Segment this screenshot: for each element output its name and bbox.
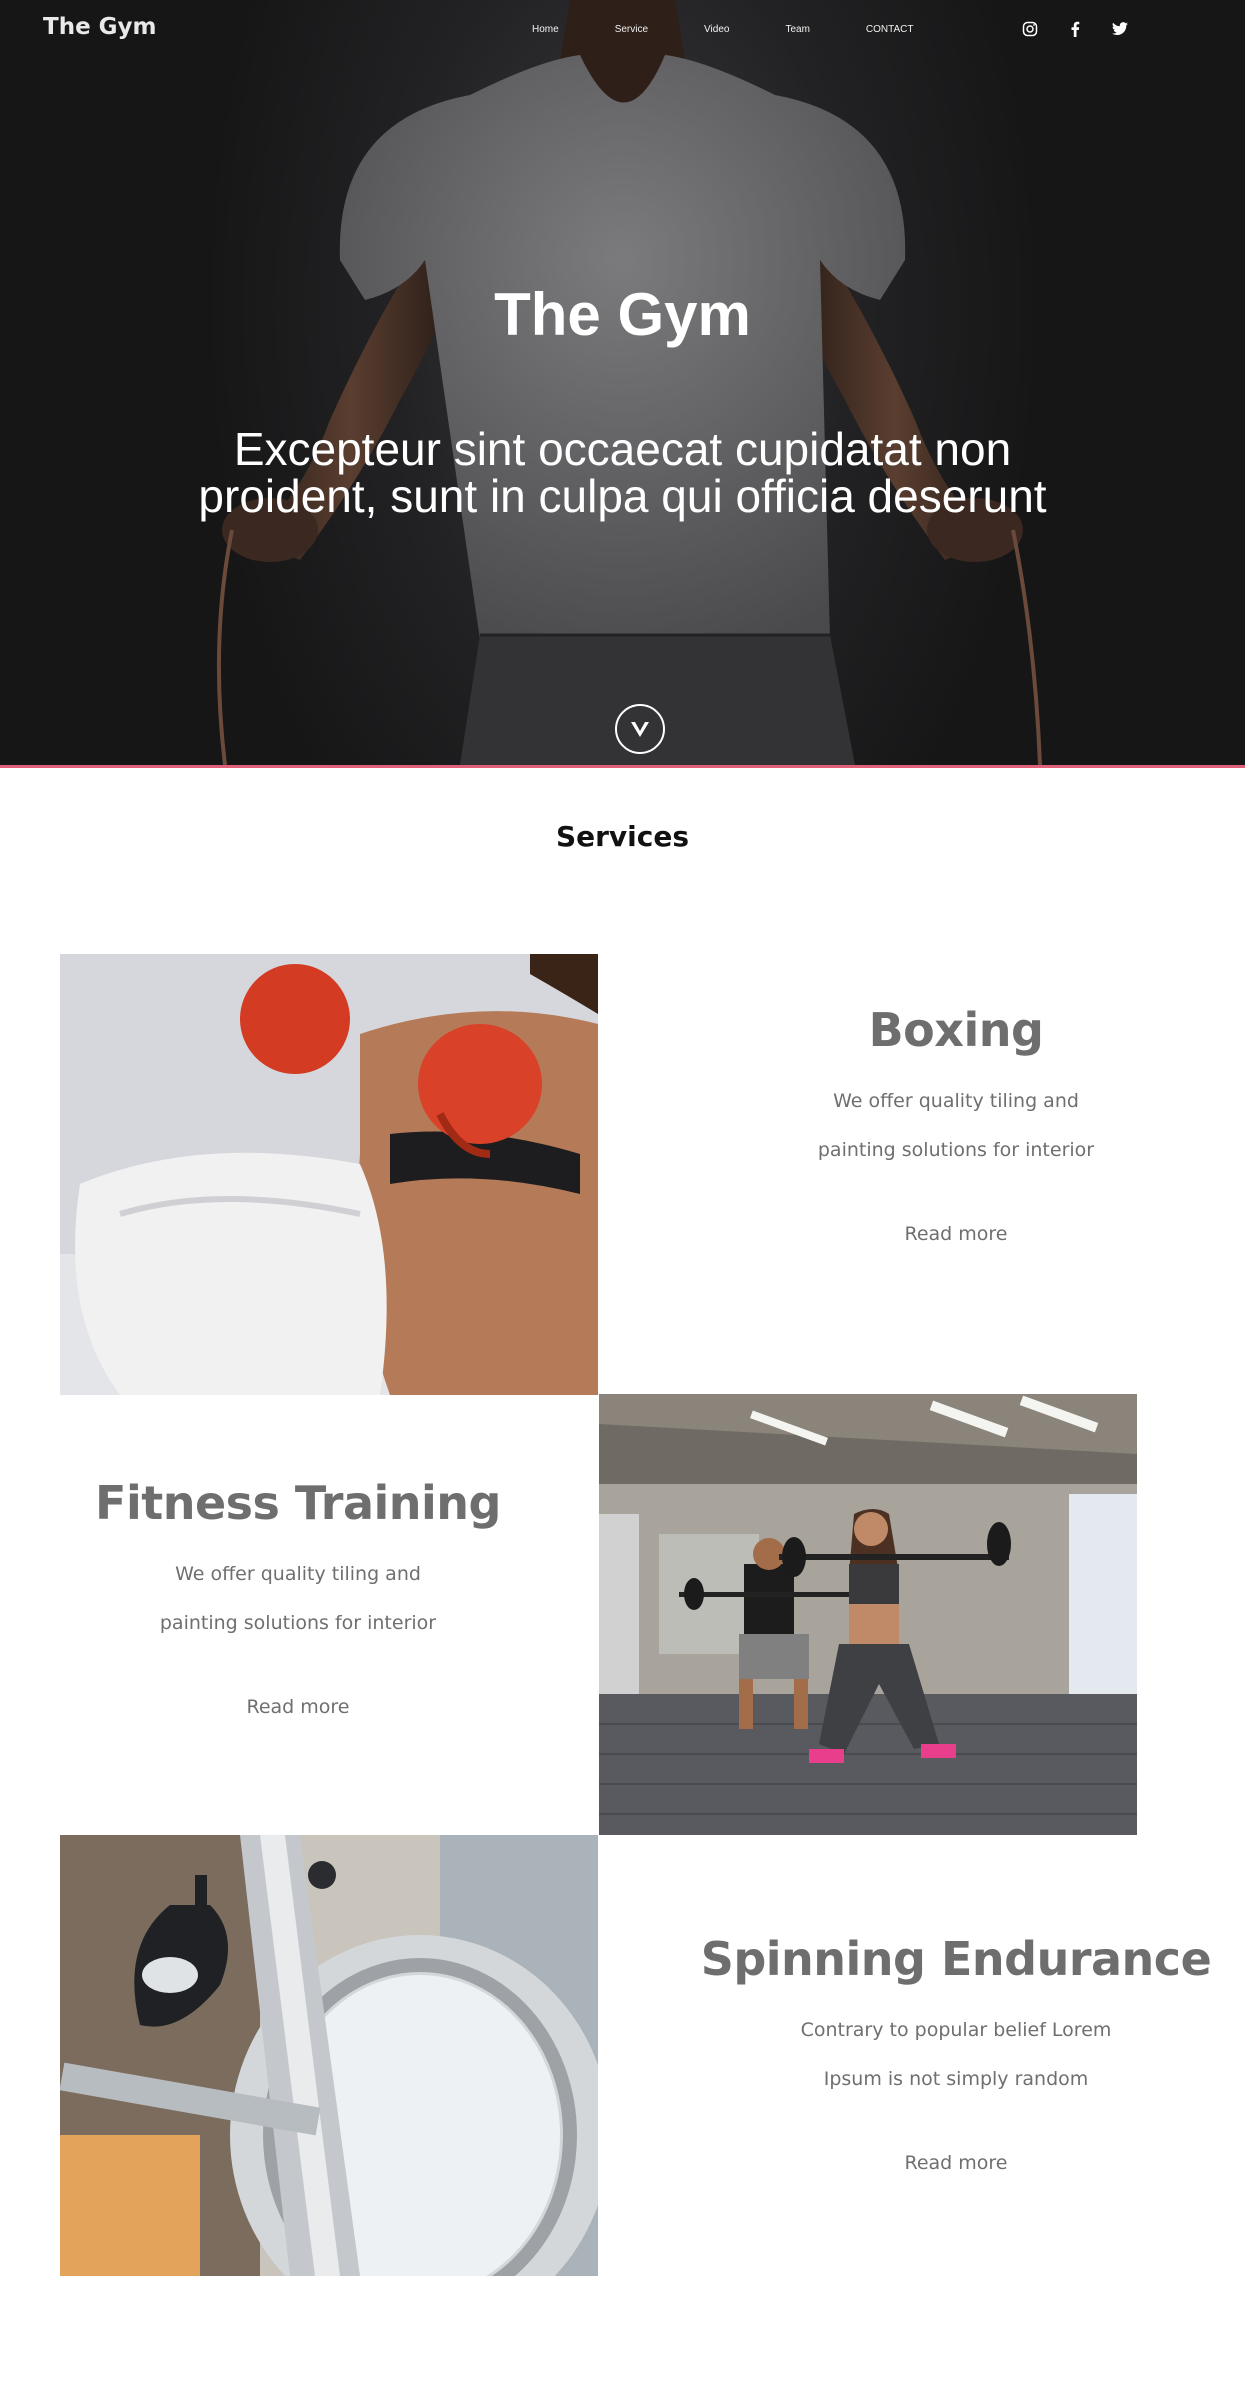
hero-subtitle: Excepteur sint occaecat cupidatat non pr… <box>198 423 1047 522</box>
read-more-link[interactable]: Read more <box>905 2152 1008 2174</box>
read-more-link[interactable]: Read more <box>905 1223 1008 1245</box>
service-title: Boxing <box>868 1003 1044 1057</box>
hero-athlete-image <box>216 0 1042 765</box>
service-description: We offer quality tiling and painting sol… <box>159 1563 437 1634</box>
hero-divider <box>0 765 1245 768</box>
service-boxing: Boxing We offer quality tiling and paint… <box>696 1003 1216 1245</box>
service-title: Spinning Endurance <box>700 1932 1212 1986</box>
services-heading: Services <box>555 820 690 853</box>
spinning-endurance-photo <box>60 1835 598 2276</box>
read-more-link[interactable]: Read more <box>247 1696 350 1718</box>
nav-links: Home Service Video Team CONTACT <box>532 24 970 35</box>
fitness-training-photo <box>599 1394 1137 1835</box>
boxing-photo <box>60 954 598 1395</box>
service-fitness-training: Fitness Training We offer quality tiling… <box>38 1476 558 1718</box>
hero-section: The Gym Home Service Video Team CONTACT … <box>0 0 1245 765</box>
nav-link-team[interactable]: Team <box>785 24 809 35</box>
nav-link-video[interactable]: Video <box>704 24 729 35</box>
nav-link-home[interactable]: Home <box>532 24 559 35</box>
facebook-icon[interactable] <box>1065 19 1085 39</box>
nav-link-contact[interactable]: CONTACT <box>866 24 914 35</box>
nav-link-service[interactable]: Service <box>615 24 648 35</box>
top-navbar: The Gym Home Service Video Team CONTACT <box>0 0 1245 58</box>
instagram-icon[interactable] <box>1020 19 1040 39</box>
service-description: Contrary to popular belief Lorem Ipsum i… <box>800 2019 1112 2090</box>
chevron-down-icon <box>631 722 649 737</box>
service-title: Fitness Training <box>95 1476 501 1530</box>
social-links <box>1020 19 1155 39</box>
hero-title: The Gym <box>494 281 751 348</box>
service-description: We offer quality tiling and painting sol… <box>817 1090 1095 1161</box>
service-spinning-endurance: Spinning Endurance Contrary to popular b… <box>696 1932 1216 2174</box>
twitter-icon[interactable] <box>1110 19 1130 39</box>
brand-logo[interactable]: The Gym <box>43 14 157 40</box>
scroll-down-button[interactable] <box>615 704 665 754</box>
